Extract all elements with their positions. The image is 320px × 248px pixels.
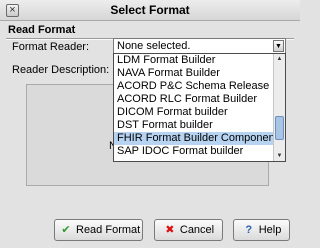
format-reader-dropdown-list[interactable]: LDM Format Builder NAVA Format Builder A… bbox=[113, 53, 286, 162]
reader-description-label: Reader Description: bbox=[12, 64, 110, 76]
title-bar: × Select Format bbox=[0, 0, 300, 21]
cancel-x-icon: ✖ bbox=[165, 224, 175, 236]
dropdown-item[interactable]: NAVA Format Builder bbox=[114, 67, 273, 80]
dropdown-item[interactable]: DST Format builder bbox=[114, 119, 273, 132]
scroll-down-arrow-icon[interactable]: ▼ bbox=[274, 151, 285, 161]
checkmark-icon: ✔ bbox=[61, 224, 71, 236]
help-button[interactable]: ? Help bbox=[233, 219, 290, 241]
dropdown-item-selected[interactable]: FHIR Format Builder Component bbox=[114, 132, 273, 145]
dropdown-scrollbar[interactable]: ▲ ▼ bbox=[273, 54, 285, 161]
read-format-label: Read Format bbox=[76, 224, 141, 236]
window-title: Select Format bbox=[110, 3, 190, 17]
format-reader-value: None selected. bbox=[117, 40, 191, 52]
dropdown-item[interactable]: DICOM Format builder bbox=[114, 106, 273, 119]
cancel-label: Cancel bbox=[179, 224, 215, 236]
cancel-button[interactable]: ✖ Cancel bbox=[154, 219, 223, 241]
dropdown-item[interactable]: ACORD P&C Schema Release bbox=[114, 80, 273, 93]
dropdown-item[interactable]: SAP IDOC Format builder bbox=[114, 145, 273, 158]
scroll-up-arrow-icon[interactable]: ▲ bbox=[274, 54, 285, 64]
format-reader-select[interactable]: None selected. ▼ bbox=[113, 38, 286, 54]
dropdown-item[interactable]: ACORD RLC Format Builder bbox=[114, 93, 273, 106]
dropdown-item[interactable]: LDM Format Builder bbox=[114, 54, 273, 67]
format-reader-label: Format Reader: bbox=[12, 41, 90, 53]
read-format-button[interactable]: ✔ Read Format bbox=[54, 219, 143, 241]
help-icon: ? bbox=[245, 224, 253, 236]
chevron-down-icon[interactable]: ▼ bbox=[273, 40, 284, 52]
scroll-thumb[interactable] bbox=[275, 116, 284, 140]
help-label: Help bbox=[258, 224, 282, 236]
section-title: Read Format bbox=[8, 24, 76, 36]
